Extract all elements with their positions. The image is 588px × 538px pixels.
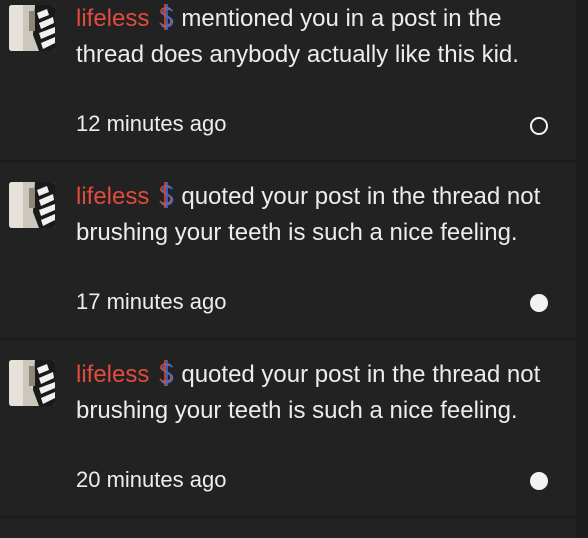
notification-list: lifeless mentioned you in a post in the t… bbox=[0, 0, 588, 538]
username-link[interactable]: lifeless bbox=[76, 361, 149, 388]
timestamp: 20 minutes ago bbox=[76, 467, 227, 492]
notification-text: lifeless quoted your post in the thread n… bbox=[76, 179, 546, 251]
notification-item[interactable]: lifeless mentioned you in a post in the t… bbox=[0, 0, 576, 160]
dollar-sign-icon bbox=[159, 4, 174, 30]
avatar[interactable] bbox=[9, 5, 55, 51]
notification-item[interactable]: lifeless quoted your post in the thread n… bbox=[0, 340, 576, 516]
notification-text: lifeless quoted your post in the thread n… bbox=[76, 357, 546, 429]
avatar[interactable] bbox=[9, 182, 55, 228]
unread-indicator[interactable] bbox=[530, 294, 548, 312]
timestamp: 17 minutes ago bbox=[76, 289, 227, 314]
read-indicator[interactable] bbox=[530, 117, 548, 135]
unread-indicator[interactable] bbox=[530, 472, 548, 490]
notification-item[interactable] bbox=[0, 518, 576, 538]
username-link[interactable]: lifeless bbox=[76, 183, 149, 210]
avatar[interactable] bbox=[9, 360, 55, 406]
notification-item[interactable]: lifeless quoted your post in the thread n… bbox=[0, 162, 576, 338]
notification-text: lifeless mentioned you in a post in the t… bbox=[76, 1, 546, 73]
dollar-sign-icon bbox=[159, 360, 174, 386]
timestamp: 12 minutes ago bbox=[76, 111, 227, 136]
username-link[interactable]: lifeless bbox=[76, 5, 149, 32]
dollar-sign-icon bbox=[159, 182, 174, 208]
